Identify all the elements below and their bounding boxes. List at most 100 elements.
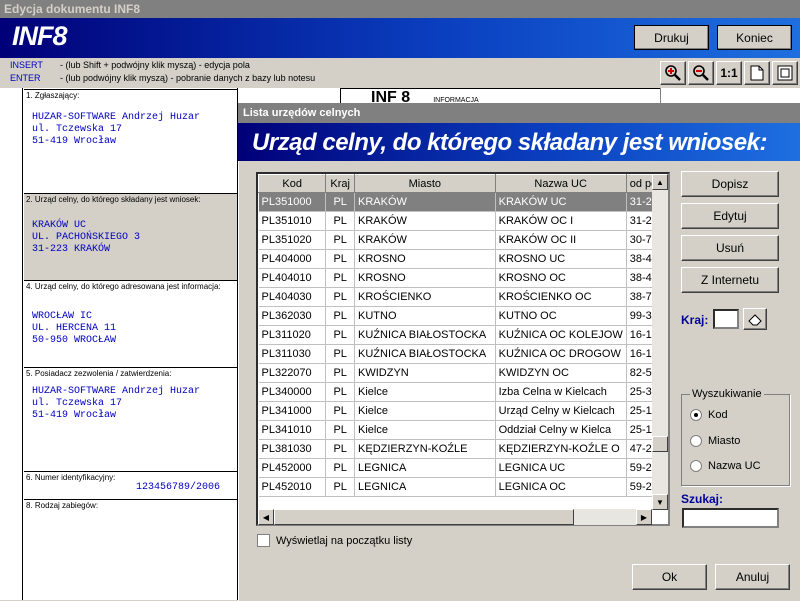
cell-code: PL452010 — [258, 477, 327, 497]
table-row[interactable]: PL362030 PL KUTNO KUTNO OC 99-300 — [258, 306, 668, 326]
add-button-label: Dopisz — [711, 177, 749, 191]
cell-city: Kielce — [354, 382, 496, 402]
section-2-label: 2. Urząd celny, do którego składany jest… — [26, 195, 201, 204]
cell-code: PL340000 — [258, 382, 327, 402]
cell-city: KROSNO — [354, 249, 496, 269]
cell-office-name: KUŹNICA OC KOLEJOW — [495, 325, 627, 345]
cancel-button[interactable]: Anuluj — [715, 564, 790, 590]
cell-code: PL311030 — [258, 344, 327, 364]
grid-horizontal-scrollbar[interactable]: ◀ ▶ — [258, 509, 652, 525]
offices-table: Kod Kraj Miasto Nazwa UC od poc PL351000… — [258, 174, 668, 497]
table-header-row: Kod Kraj Miasto Nazwa UC od poc — [258, 174, 668, 193]
table-row[interactable]: PL452000 PL LEGNICA LEGNICA UC 59-220 — [258, 458, 668, 478]
zoom-out-icon[interactable] — [688, 61, 714, 85]
offices-grid[interactable]: Kod Kraj Miasto Nazwa UC od poc PL351000… — [256, 172, 670, 526]
cell-office-name: LEGNICA OC — [495, 477, 627, 497]
cell-office-name: KRAKÓW OC II — [495, 230, 627, 250]
cell-city: KRAKÓW — [354, 230, 496, 250]
search-mode-name[interactable]: Nazwa UC — [690, 460, 761, 472]
eraser-icon[interactable] — [743, 308, 767, 330]
show-first-checkbox[interactable] — [257, 534, 270, 547]
add-button[interactable]: Dopisz — [681, 171, 779, 197]
table-row[interactable]: PL341000 PL Kielce Urząd Celny w Kielcach 25… — [258, 401, 668, 421]
ok-button[interactable]: Ok — [632, 564, 707, 590]
table-row[interactable]: PL311030 PL KUŹNICA BIAŁOSTOCKA KUŹNICA OC … — [258, 344, 668, 364]
print-button[interactable]: Drukuj — [634, 25, 709, 50]
section-2-line: 31-223 KRAKÓW — [32, 244, 111, 255]
scroll-thumb[interactable] — [652, 436, 668, 452]
delete-button-label: Usuń — [715, 241, 744, 255]
section-6-line: 123456789/2006 — [136, 482, 221, 493]
zoom-in-icon[interactable] — [660, 61, 686, 85]
scroll-up-icon[interactable]: ▲ — [652, 174, 668, 190]
cell-code: PL404010 — [258, 268, 327, 288]
table-row[interactable]: PL341010 PL Kielce Oddział Celny w Kielca 25… — [258, 420, 668, 440]
show-first-label: Wyświetlaj na początku listy — [276, 534, 413, 547]
cell-city: KWIDZYN — [354, 363, 496, 383]
table-row[interactable]: PL404010 PL KROSNO KROSNO OC 38-400 — [258, 268, 668, 288]
dialog-heading: Urząd celny, do którego składany jest wn… — [252, 129, 767, 156]
section-2[interactable]: 2. Urząd celny, do którego składany jest… — [24, 193, 237, 280]
page-icon[interactable] — [744, 61, 770, 85]
table-row[interactable]: PL404000 PL KROSNO KROSNO UC 38-400 — [258, 249, 668, 269]
column-header-country[interactable]: Kraj — [325, 174, 356, 193]
cell-city: KUŹNICA BIAŁOSTOCKA — [354, 325, 496, 345]
cell-country: PL — [325, 268, 356, 288]
cell-city: KRAKÓW — [354, 192, 496, 212]
search-mode-city[interactable]: Miasto — [690, 435, 740, 447]
cell-city: KRAKÓW — [354, 211, 496, 231]
grid-vertical-scrollbar[interactable]: ▲ ▼ — [652, 174, 668, 510]
section-4-line: WROCŁAW IC — [32, 311, 93, 322]
cell-code: PL351020 — [258, 230, 327, 250]
edit-button[interactable]: Edytuj — [681, 203, 779, 229]
table-row[interactable]: PL351020 PL KRAKÓW KRAKÓW OC II 30-741 — [258, 230, 668, 250]
section-8[interactable]: 8. Rodzaj zabiegów: — [24, 499, 237, 600]
internet-button[interactable]: Z Internetu — [681, 267, 779, 293]
table-row[interactable]: PL322070 PL KWIDZYN KWIDZYN OC 82-500 — [258, 363, 668, 383]
column-header-office-name[interactable]: Nazwa UC — [494, 174, 627, 193]
cell-code: PL404030 — [258, 287, 327, 307]
table-row[interactable]: PL340000 PL Kielce Izba Celna w Kielcach 25-… — [258, 382, 668, 402]
section-5-line: HUZAR-SOFTWARE Andrzej Huzar — [32, 386, 201, 397]
cell-city: KROŚCIENKO — [354, 287, 496, 307]
table-row[interactable]: PL311020 PL KUŹNICA BIAŁOSTOCKA KUŹNICA OC … — [258, 325, 668, 345]
cell-office-name: KWIDZYN OC — [495, 363, 627, 383]
scroll-down-icon[interactable]: ▼ — [652, 494, 668, 510]
column-header-code[interactable]: Kod — [258, 174, 327, 193]
cell-city: KUTNO — [354, 306, 496, 326]
cell-office-name: Izba Celna w Kielcach — [495, 382, 627, 402]
cell-city: LEGNICA — [354, 458, 496, 478]
search-input[interactable] — [682, 508, 779, 528]
show-first-option[interactable]: Wyświetlaj na początku listy — [257, 534, 412, 547]
section-5[interactable]: 5. Posiadacz zezwolenia / zatwierdzenia:… — [24, 367, 237, 472]
table-row[interactable]: PL404030 PL KROŚCIENKO KROŚCIENKO OC 38-703 — [258, 287, 668, 307]
table-row[interactable]: PL452010 PL LEGNICA LEGNICA OC 59-220 — [258, 477, 668, 497]
section-1-line: ul. Tczewska 17 — [32, 124, 123, 135]
hscroll-thumb[interactable] — [274, 509, 574, 525]
cell-office-name: Oddział Celny w Kielca — [495, 420, 627, 440]
cell-office-name: KROSNO UC — [495, 249, 627, 269]
table-row[interactable]: PL381030 PL KĘDZIERZYN-KOŹLE KĘDZIERZYN-KOŹ… — [258, 439, 668, 459]
scroll-right-icon[interactable]: ▶ — [636, 509, 652, 525]
search-mode-code[interactable]: Kod — [690, 409, 728, 421]
actual-size-button[interactable]: 1:1 — [716, 61, 742, 85]
table-row[interactable]: PL351000 PL KRAKÓW KRAKÓW UC 31-223 — [258, 192, 668, 212]
cell-office-name: KUTNO OC — [495, 306, 627, 326]
search-mode-title: Wyszukiwanie — [690, 388, 764, 400]
table-row[interactable]: PL351010 PL KRAKÓW KRAKÓW OC I 31-223 — [258, 211, 668, 231]
section-1[interactable]: 1. Zgłaszający: HUZAR-SOFTWARE Andrzej H… — [24, 89, 237, 194]
section-4[interactable]: 4. Urząd celny, do którego adresowana je… — [24, 280, 237, 367]
column-header-city[interactable]: Miasto — [354, 174, 496, 193]
enter-text: - (lub podwójny klik myszą) - pobranie d… — [60, 73, 316, 83]
section-2-line: KRAKÓW UC — [32, 220, 87, 231]
delete-button[interactable]: Usuń — [681, 235, 779, 261]
exit-button[interactable]: Koniec — [717, 25, 792, 50]
section-6[interactable]: 6. Numer identyfikacyjny: 123456789/2006 — [24, 471, 237, 499]
country-input[interactable] — [713, 309, 739, 329]
fit-page-icon[interactable] — [772, 61, 798, 85]
section-2-line: UL. PACHOŃSKIEGO 3 — [32, 232, 141, 243]
ok-button-label: Ok — [661, 570, 678, 584]
scroll-left-icon[interactable]: ◀ — [258, 509, 274, 525]
cell-city: Kielce — [354, 420, 496, 440]
insert-text: - (lub Shift + podwójny klik myszą) - ed… — [60, 60, 250, 70]
